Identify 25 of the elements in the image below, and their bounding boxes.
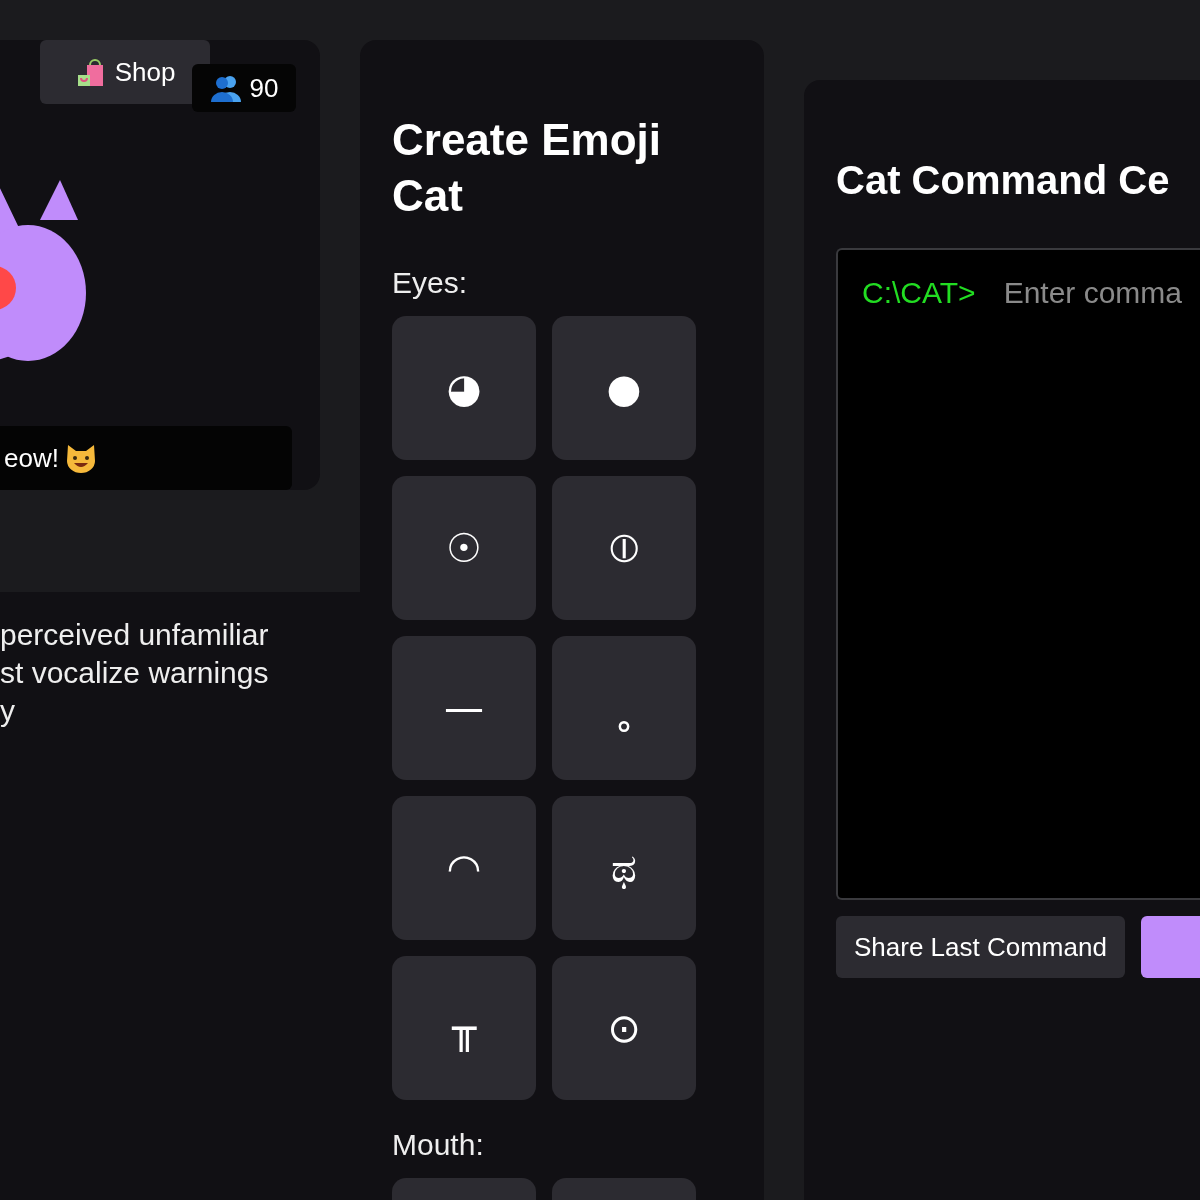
eye-option[interactable]: ☉ <box>392 476 536 620</box>
eye-option[interactable]: ⊙ <box>552 956 696 1100</box>
eye-option[interactable]: ╥ <box>392 956 536 1100</box>
users-icon <box>209 74 242 102</box>
eye-option[interactable]: ಥ <box>552 796 696 940</box>
eye-option[interactable]: ● <box>552 316 696 460</box>
mouth-label: Mouth: <box>392 1128 485 1162</box>
eye-option[interactable]: — <box>392 636 536 780</box>
share-button[interactable]: Share Last Command <box>836 916 1125 978</box>
followers-count: 90 <box>249 72 279 104</box>
description-text: y <box>0 693 16 729</box>
shop-button[interactable]: Shop <box>40 40 210 104</box>
eye-option[interactable]: ◕ <box>392 316 536 460</box>
speech-text: eow! <box>4 442 59 474</box>
eye-option[interactable]: ⦶ <box>552 476 696 620</box>
eye-option[interactable]: ◠ <box>392 796 536 940</box>
eyes-label: Eyes: <box>392 266 469 300</box>
grinning-cat-icon <box>64 443 97 473</box>
description-text: perceived unfamiliar <box>0 617 270 653</box>
command-input[interactable]: Enter comma <box>1003 276 1200 310</box>
eye-option[interactable]: ˳ <box>552 636 696 780</box>
terminal-title: Cat Command Ce <box>836 157 1171 204</box>
description-text: st vocalize warnings <box>0 655 270 691</box>
terminal-prompt: C:\CAT> <box>862 276 976 310</box>
editor-title: Create Emoji Cat <box>392 114 662 222</box>
